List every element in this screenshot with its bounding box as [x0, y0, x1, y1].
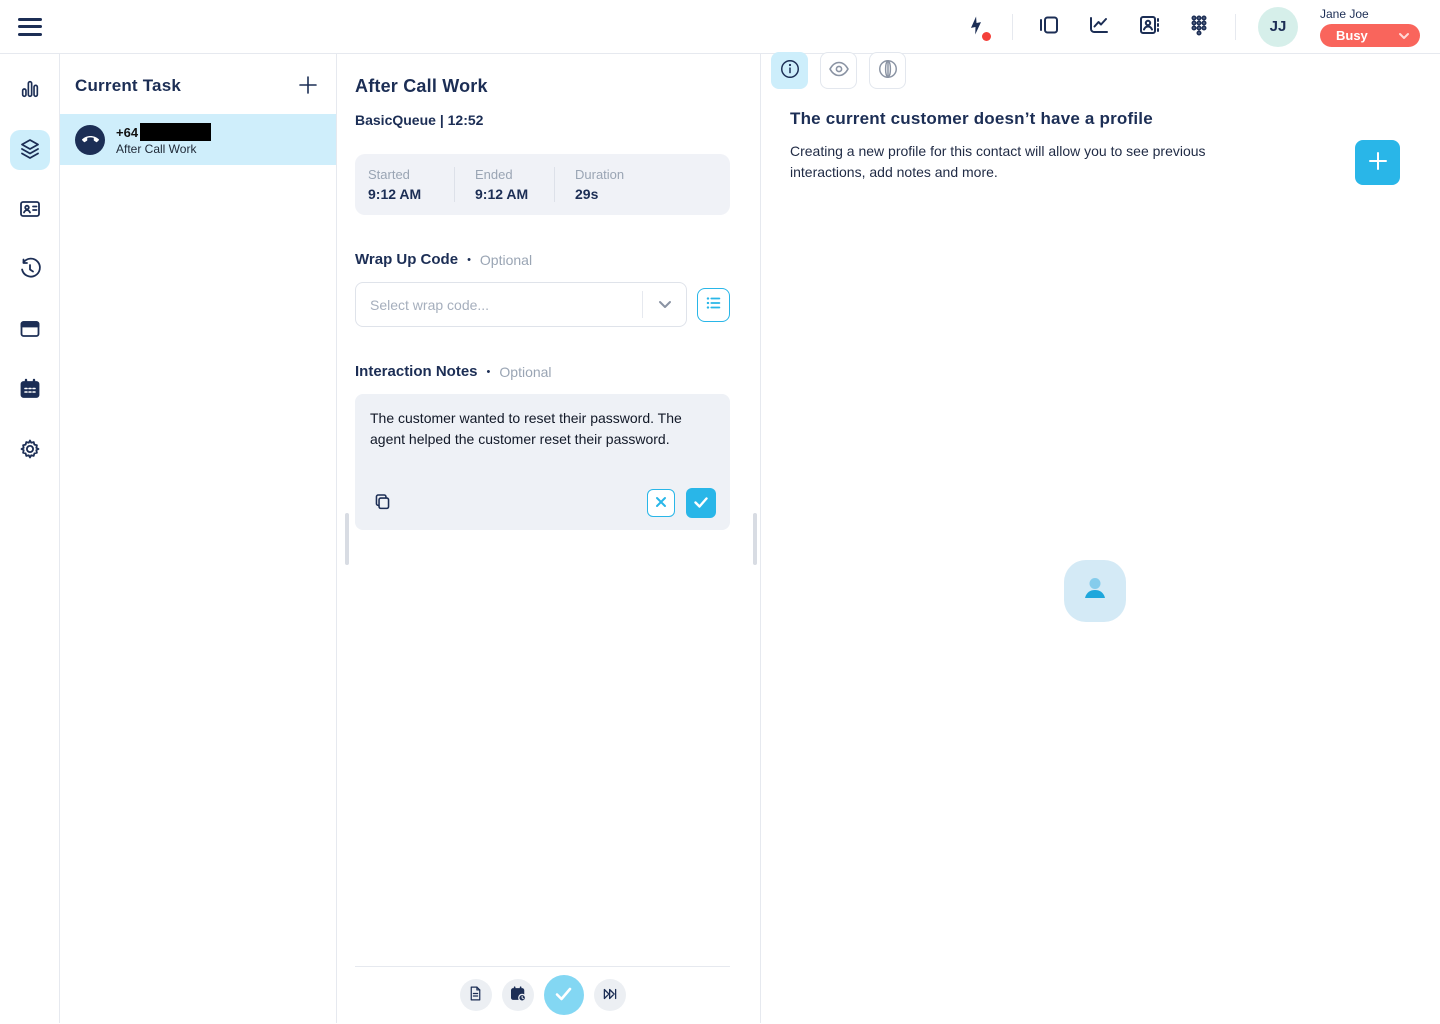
status-dropdown[interactable]: Busy	[1320, 24, 1420, 47]
eye-icon	[827, 57, 851, 84]
task-detail-title: After Call Work	[355, 76, 730, 97]
notes-optional-hint: Optional	[499, 364, 551, 380]
dialpad-button[interactable]	[1185, 13, 1213, 41]
chevron-down-icon	[658, 296, 672, 314]
status-label: Busy	[1336, 28, 1368, 43]
sidebar-item-contacts[interactable]	[10, 190, 50, 230]
customer-profile-panel: The current customer doesn’t have a prof…	[761, 54, 1440, 1023]
metrics-button[interactable]	[1085, 13, 1113, 41]
contact-card-icon	[18, 197, 42, 224]
sidebar-item-browser[interactable]	[10, 310, 50, 350]
accept-notes-button[interactable]	[686, 488, 716, 518]
interaction-notes-text: The customer wanted to reset their passw…	[370, 408, 716, 450]
chevron-down-icon	[1398, 28, 1410, 43]
current-task-panel: Current Task +64 After Call Work	[60, 54, 337, 1023]
skip-button[interactable]	[594, 979, 626, 1011]
bullet-list-icon	[705, 294, 723, 315]
current-task-title: Current Task	[75, 76, 181, 96]
complete-task-button[interactable]	[544, 975, 584, 1015]
call-stats-box: Started 9:12 AM Ended 9:12 AM Duration 2…	[355, 154, 730, 215]
x-icon	[655, 496, 667, 511]
stat-ended-value: 9:12 AM	[475, 186, 536, 202]
bullet-separator: •	[487, 366, 491, 378]
task-action-bar	[355, 966, 730, 1023]
user-name: Jane Joe	[1320, 7, 1369, 21]
notes-doc-button[interactable]	[460, 979, 492, 1011]
panels-button[interactable]	[1035, 13, 1063, 41]
tab-profile-compare[interactable]	[869, 52, 906, 89]
stat-ended-label: Ended	[475, 167, 536, 182]
icon-sidebar	[0, 54, 60, 1023]
notification-dot	[982, 32, 991, 41]
task-detail-panel: After Call Work BasicQueue | 12:52 Start…	[337, 54, 761, 1023]
add-task-button[interactable]	[296, 74, 320, 98]
history-icon	[18, 257, 42, 284]
stat-started-label: Started	[368, 167, 436, 182]
stat-duration-value: 29s	[575, 186, 624, 202]
task-list-item[interactable]: +64 After Call Work	[60, 114, 336, 165]
reject-notes-button[interactable]	[647, 489, 675, 517]
quick-actions-button[interactable]	[962, 13, 990, 41]
sidebar-item-settings[interactable]	[10, 430, 50, 470]
person-icon	[1077, 571, 1113, 612]
task-type-label: After Call Work	[116, 142, 211, 156]
gear-icon	[18, 437, 42, 464]
plus-icon	[297, 74, 319, 99]
sidebar-item-calendar[interactable]	[10, 370, 50, 410]
check-icon	[694, 496, 708, 511]
wrap-code-select[interactable]: Select wrap code...	[355, 282, 687, 327]
plus-icon	[1367, 150, 1389, 175]
interaction-notes-label: Interaction Notes	[355, 363, 478, 380]
no-profile-description: Creating a new profile for this contact …	[790, 141, 1268, 183]
calendar-clock-icon	[509, 985, 527, 1006]
panel-resize-handle[interactable]	[345, 513, 349, 565]
check-icon	[555, 987, 572, 1004]
divider	[1235, 14, 1236, 40]
line-chart-icon	[1087, 13, 1111, 40]
interaction-notes-field[interactable]: The customer wanted to reset their passw…	[355, 394, 730, 530]
wrap-code-placeholder: Select wrap code...	[356, 297, 489, 313]
sidebar-item-tasks[interactable]	[10, 130, 50, 170]
split-circle-icon	[877, 58, 899, 83]
wrap-up-code-label: Wrap Up Code	[355, 251, 458, 268]
customer-avatar-placeholder	[1064, 560, 1126, 622]
tab-profile-view[interactable]	[820, 52, 857, 89]
sidebar-item-history[interactable]	[10, 250, 50, 290]
layers-icon	[18, 137, 42, 164]
divider	[1012, 14, 1013, 40]
browser-icon	[18, 317, 42, 344]
user-avatar[interactable]: JJ	[1258, 7, 1298, 47]
info-icon	[779, 58, 801, 83]
stat-started-value: 9:12 AM	[368, 186, 436, 202]
profile-tabs	[761, 52, 1440, 89]
sidebar-item-metrics[interactable]	[10, 70, 50, 110]
bullet-separator: •	[467, 254, 471, 266]
directory-icon	[1137, 13, 1161, 40]
document-icon	[467, 985, 484, 1005]
calendar-icon	[18, 377, 42, 404]
dialpad-icon	[1187, 13, 1211, 40]
menu-hamburger-icon[interactable]	[18, 16, 44, 38]
panels-icon	[1037, 13, 1061, 40]
stat-duration-label: Duration	[575, 167, 624, 182]
wrap-up-optional-hint: Optional	[480, 252, 532, 268]
create-profile-button[interactable]	[1355, 140, 1400, 185]
call-ended-icon	[75, 125, 105, 155]
task-phone-prefix: +64	[116, 125, 138, 140]
panel-resize-handle[interactable]	[753, 513, 757, 565]
tab-profile-info[interactable]	[771, 52, 808, 89]
directory-button[interactable]	[1135, 13, 1163, 41]
wrap-code-list-button[interactable]	[697, 288, 730, 322]
skip-next-icon	[601, 985, 619, 1006]
redacted-phone-number	[140, 123, 211, 141]
top-bar: JJ Jane Joe Busy	[0, 0, 1440, 54]
queue-info: BasicQueue | 12:52	[355, 112, 730, 128]
no-profile-heading: The current customer doesn’t have a prof…	[790, 109, 1268, 129]
copy-notes-button[interactable]	[370, 491, 394, 515]
schedule-button[interactable]	[502, 979, 534, 1011]
bar-chart-icon	[19, 78, 41, 103]
copy-icon	[373, 492, 392, 514]
